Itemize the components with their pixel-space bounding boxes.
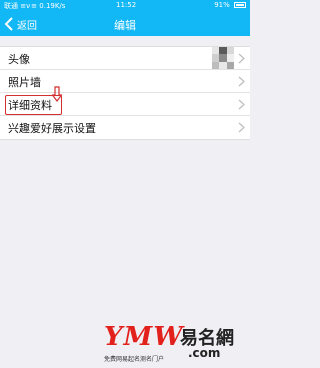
menu-list: 头像 照片墙 详细资料 兴趣爱好展示设置 <box>0 46 250 140</box>
battery-icon <box>234 2 246 8</box>
chevron-right-icon <box>238 99 245 110</box>
menu-item-label: 兴趣爱好展示设置 <box>8 122 96 135</box>
arrow-down-icon <box>52 86 62 102</box>
watermark-logo: YMW <box>104 322 184 352</box>
menu-item-interest-display-settings[interactable]: 兴趣爱好展示设置 <box>0 116 250 139</box>
chevron-right-icon <box>238 76 245 87</box>
status-network: 联通 ≡ν ≡ 0.19K/s <box>4 2 66 10</box>
status-battery: 91% <box>214 1 246 9</box>
menu-item-label: 头像 <box>8 53 30 66</box>
watermark-domain: .com <box>188 346 221 360</box>
status-time: 11:52 <box>116 1 137 9</box>
menu-item-avatar[interactable]: 头像 <box>0 47 250 70</box>
status-bar: 联通 ≡ν ≡ 0.19K/s 11:52 91% <box>0 0 250 12</box>
nav-bar: 返回 编辑 <box>0 12 250 36</box>
watermark: YMW 易名網 .com 免费网易起名测名门户 <box>0 316 250 368</box>
battery-percent: 91% <box>214 1 230 9</box>
watermark-tagline: 免费网易起名测名门户 <box>104 356 165 363</box>
menu-item-label: 照片墙 <box>8 76 41 89</box>
page-title: 编辑 <box>114 19 136 32</box>
menu-item-detailed-profile[interactable]: 详细资料 <box>0 93 250 116</box>
chevron-right-icon <box>238 53 245 64</box>
avatar <box>212 47 234 69</box>
menu-item-photo-wall[interactable]: 照片墙 <box>0 70 250 93</box>
chevron-right-icon <box>238 122 245 133</box>
